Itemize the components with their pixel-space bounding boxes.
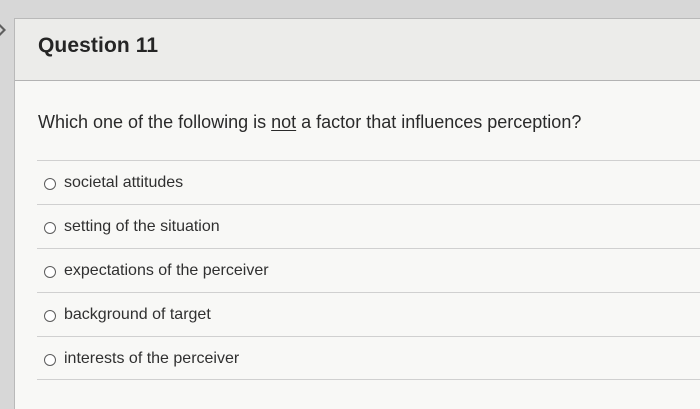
- chevron-right-icon-inner: [0, 25, 3, 35]
- prompt-text-before: Which one of the following is: [38, 112, 272, 132]
- answer-option-label: background of target: [64, 306, 211, 323]
- answer-option-label: expectations of the perceiver: [64, 262, 269, 279]
- question-title: Question 11: [38, 34, 159, 57]
- answer-option-label: interests of the perceiver: [64, 350, 240, 367]
- answer-option-societal-attitudes[interactable]: societal attitudes: [37, 160, 700, 204]
- question-body: Which one of the following is not a fact…: [15, 81, 700, 409]
- question-header: Question 11: [15, 19, 700, 81]
- answer-option-interests-of-the-perceiver[interactable]: interests of the perceiver: [37, 336, 700, 380]
- radio-button[interactable]: [44, 222, 56, 234]
- answer-option-label: setting of the situation: [64, 218, 220, 235]
- answer-option-label: societal attitudes: [64, 174, 184, 191]
- question-screen: Question 11 Which one of the following i…: [0, 0, 700, 409]
- answer-option-background-of-target[interactable]: background of target: [37, 292, 700, 336]
- radio-button[interactable]: [44, 354, 56, 366]
- prompt-text-after: a factor that influences perception?: [296, 112, 582, 132]
- question-card: Question 11 Which one of the following i…: [14, 18, 700, 409]
- question-prompt: Which one of the following is not a fact…: [38, 112, 581, 133]
- radio-button[interactable]: [44, 266, 56, 278]
- radio-button[interactable]: [44, 310, 56, 322]
- answer-options: societal attitudes setting of the situat…: [37, 160, 700, 380]
- answer-option-expectations-of-the-perceiver[interactable]: expectations of the perceiver: [37, 248, 700, 292]
- prompt-emphasis: not: [271, 112, 297, 132]
- radio-button[interactable]: [44, 178, 56, 190]
- answer-option-setting-of-the-situation[interactable]: setting of the situation: [37, 204, 700, 248]
